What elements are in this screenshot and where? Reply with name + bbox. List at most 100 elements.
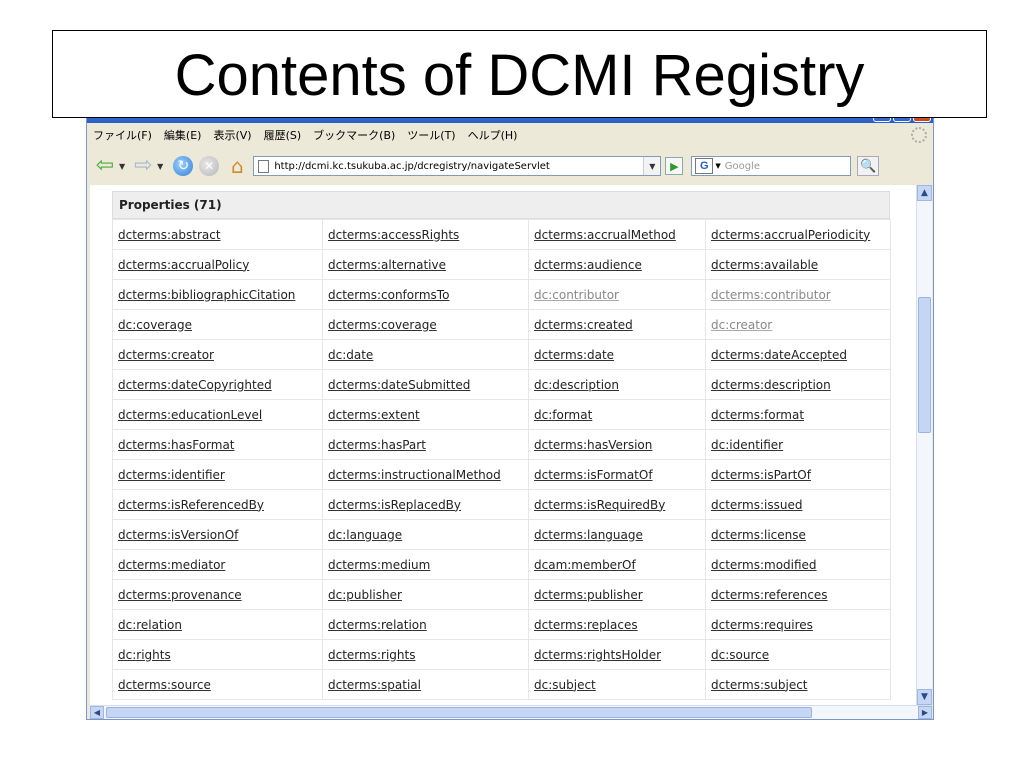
property-link[interactable]: dcterms:isRequiredBy	[534, 498, 665, 512]
property-link[interactable]: dcterms:extent	[328, 408, 420, 422]
menu-history[interactable]: 履歴(S)	[264, 127, 302, 143]
property-link[interactable]: dcterms:creator	[118, 348, 214, 362]
property-link[interactable]: dcterms:dateSubmitted	[328, 378, 470, 392]
property-link[interactable]: dcterms:spatial	[328, 678, 421, 692]
horizontal-scrollbar[interactable]: ◀ ▶	[90, 705, 932, 719]
back-history-dropdown[interactable]: ▼	[119, 162, 125, 171]
property-link[interactable]: dcterms:modified	[711, 558, 817, 572]
property-link[interactable]: dcterms:date	[534, 348, 614, 362]
property-link[interactable]: dcterms:isVersionOf	[118, 528, 238, 542]
property-link[interactable]: dcterms:created	[534, 318, 633, 332]
menu-tools[interactable]: ツール(T)	[407, 127, 455, 143]
property-link[interactable]: dcterms:accessRights	[328, 228, 459, 242]
property-link[interactable]: dcterms:available	[711, 258, 818, 272]
property-link[interactable]: dcterms:description	[711, 378, 831, 392]
property-link[interactable]: dcterms:language	[534, 528, 643, 542]
menu-bookmarks[interactable]: ブックマーク(B)	[313, 127, 395, 143]
property-link[interactable]: dcterms:hasPart	[328, 438, 426, 452]
table-cell: dc:language	[322, 519, 529, 550]
property-link[interactable]: dcterms:isReplacedBy	[328, 498, 461, 512]
property-link[interactable]: dcterms:rightsHolder	[534, 648, 661, 662]
property-link[interactable]: dcterms:relation	[328, 618, 427, 632]
property-link[interactable]: dcterms:contributor	[711, 288, 831, 302]
property-link[interactable]: dcterms:accrualMethod	[534, 228, 676, 242]
go-icon[interactable]: ▶	[665, 157, 684, 175]
url-text[interactable]: http://dcmi.kc.tsukuba.ac.jp/dcregistry/…	[274, 161, 550, 172]
property-link[interactable]: dc:publisher	[328, 588, 402, 602]
table-cell: dcterms:mediator	[112, 549, 323, 580]
property-link[interactable]: dcterms:replaces	[534, 618, 638, 632]
table-row: dcterms:creator dc:date dcterms:date dcterm…	[112, 339, 891, 370]
property-link[interactable]: dc:contributor	[534, 288, 619, 302]
stop-icon[interactable]: ✕	[199, 156, 220, 176]
property-link[interactable]: dcterms:source	[118, 678, 211, 692]
vertical-scrollbar[interactable]: ▲ ▼	[916, 185, 932, 705]
property-link[interactable]: dc:creator	[711, 318, 772, 332]
property-link[interactable]: dcterms:alternative	[328, 258, 446, 272]
property-link[interactable]: dcterms:medium	[328, 558, 430, 572]
property-link[interactable]: dc:source	[711, 648, 769, 662]
property-link[interactable]: dcterms:isPartOf	[711, 468, 811, 482]
property-link[interactable]: dcterms:rights	[328, 648, 415, 662]
back-arrow-icon[interactable]: ⇦	[93, 154, 117, 178]
property-link[interactable]: dcterms:conformsTo	[328, 288, 449, 302]
search-box[interactable]: G ▼ Google	[691, 156, 852, 176]
search-placeholder[interactable]: Google	[725, 161, 760, 172]
property-link[interactable]: dcterms:hasVersion	[534, 438, 652, 452]
forward-arrow-icon[interactable]: ⇨	[131, 154, 155, 178]
property-link[interactable]: dcterms:publisher	[534, 588, 643, 602]
property-link[interactable]: dcterms:instructionalMethod	[328, 468, 501, 482]
menu-file[interactable]: ファイル(F)	[93, 127, 152, 143]
property-link[interactable]: dcterms:accrualPolicy	[118, 258, 249, 272]
search-icon[interactable]: 🔍	[857, 156, 880, 176]
property-link[interactable]: dcterms:dateCopyrighted	[118, 378, 272, 392]
google-logo-icon[interactable]: G	[695, 158, 714, 174]
table-row: dcterms:bibliographicCitation dcterms:con…	[112, 279, 891, 310]
property-link[interactable]: dcterms:educationLevel	[118, 408, 262, 422]
search-engine-dropdown[interactable]: ▼	[715, 162, 720, 170]
scroll-left-icon[interactable]: ◀	[90, 706, 104, 719]
property-link[interactable]: dcterms:references	[711, 588, 828, 602]
property-link[interactable]: dcterms:mediator	[118, 558, 225, 572]
property-link[interactable]: dcterms:accrualPeriodicity	[711, 228, 870, 242]
menu-help[interactable]: ヘルプ(H)	[468, 127, 518, 143]
property-link[interactable]: dc:description	[534, 378, 619, 392]
url-bar[interactable]: http://dcmi.kc.tsukuba.ac.jp/dcregistry/…	[253, 156, 662, 176]
menu-view[interactable]: 表示(V)	[213, 127, 251, 143]
home-icon[interactable]: ⌂	[225, 154, 249, 178]
property-link[interactable]: dcterms:issued	[711, 498, 802, 512]
property-link[interactable]: dcterms:abstract	[118, 228, 221, 242]
property-link[interactable]: dcterms:bibliographicCitation	[118, 288, 295, 302]
property-link[interactable]: dc:coverage	[118, 318, 192, 332]
table-cell: dcterms:dateSubmitted	[322, 369, 529, 400]
property-link[interactable]: dcterms:audience	[534, 258, 642, 272]
property-link[interactable]: dc:subject	[534, 678, 596, 692]
property-link[interactable]: dc:date	[328, 348, 373, 362]
menu-edit[interactable]: 編集(E)	[164, 127, 202, 143]
property-link[interactable]: dcterms:hasFormat	[118, 438, 235, 452]
property-link[interactable]: dc:relation	[118, 618, 182, 632]
property-link[interactable]: dcam:memberOf	[534, 558, 636, 572]
property-link[interactable]: dcterms:requires	[711, 618, 813, 632]
property-link[interactable]: dcterms:identifier	[118, 468, 225, 482]
property-link[interactable]: dcterms:subject	[711, 678, 808, 692]
property-link[interactable]: dcterms:isReferencedBy	[118, 498, 264, 512]
property-link[interactable]: dc:identifier	[711, 438, 783, 452]
property-link[interactable]: dcterms:license	[711, 528, 806, 542]
property-link[interactable]: dcterms:provenance	[118, 588, 242, 602]
vertical-scroll-thumb[interactable]	[918, 297, 931, 433]
property-link[interactable]: dc:rights	[118, 648, 171, 662]
property-link[interactable]: dcterms:dateAccepted	[711, 348, 847, 362]
scroll-down-icon[interactable]: ▼	[917, 689, 932, 705]
scroll-up-icon[interactable]: ▲	[917, 185, 932, 201]
reload-icon[interactable]: ↻	[173, 156, 194, 176]
url-dropdown-icon[interactable]: ▼	[643, 157, 661, 175]
property-link[interactable]: dc:language	[328, 528, 402, 542]
property-link[interactable]: dcterms:isFormatOf	[534, 468, 653, 482]
property-link[interactable]: dcterms:format	[711, 408, 804, 422]
property-link[interactable]: dcterms:coverage	[328, 318, 437, 332]
scroll-right-icon[interactable]: ▶	[918, 706, 932, 719]
forward-history-dropdown[interactable]: ▼	[157, 162, 163, 171]
horizontal-scroll-thumb[interactable]	[106, 707, 812, 718]
property-link[interactable]: dc:format	[534, 408, 592, 422]
